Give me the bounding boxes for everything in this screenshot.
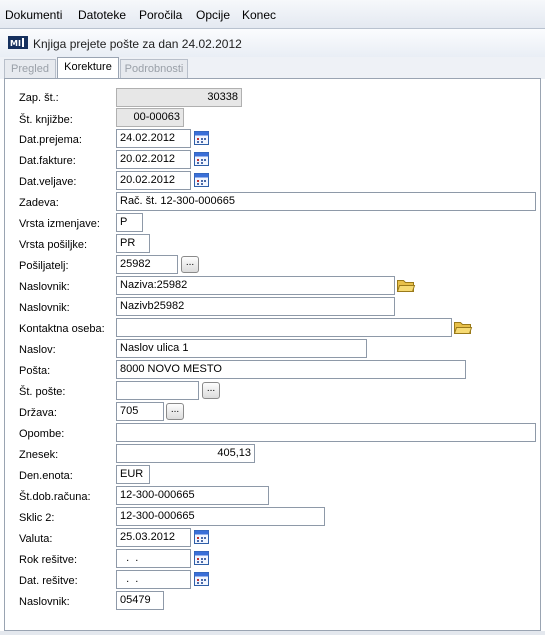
label-dat-veljave: Dat.veljave: bbox=[19, 176, 77, 188]
label-kontaktna-oseba: Kontaktna oseba: bbox=[19, 323, 105, 335]
label-znesek: Znesek: bbox=[19, 449, 59, 461]
valuta-field[interactable]: 25.03.2012 bbox=[116, 528, 191, 547]
dat-veljave-field[interactable]: 20.02.2012 bbox=[116, 171, 191, 190]
zap-st-field: 30338 bbox=[116, 88, 242, 107]
menu-porocila[interactable]: Poročila bbox=[139, 8, 182, 22]
label-st-knjizbe: Št. knjižbe: bbox=[19, 114, 73, 126]
label-dat-resitve: Dat. rešitve: bbox=[19, 575, 78, 587]
menu-dokumenti[interactable]: Dokumenti bbox=[5, 8, 62, 22]
label-dat-fakture: Dat.fakture: bbox=[19, 155, 76, 167]
calendar-icon[interactable] bbox=[193, 171, 210, 188]
naslov-field[interactable]: Naslov ulica 1 bbox=[116, 339, 367, 358]
label-dat-prejema: Dat.prejema: bbox=[19, 134, 82, 146]
rok-resitve-field[interactable]: . . bbox=[116, 549, 191, 568]
drzava-field[interactable]: 705 bbox=[116, 402, 164, 421]
kontaktna-oseba-field[interactable] bbox=[116, 318, 452, 337]
label-posiljatelj: Pošiljatelj: bbox=[19, 260, 69, 272]
zadeva-field[interactable]: Rač. št. 12-300-000665 bbox=[116, 192, 536, 211]
dat-prejema-field[interactable]: 24.02.2012 bbox=[116, 129, 191, 148]
posta-field[interactable]: 8000 NOVO MESTO bbox=[116, 360, 466, 379]
tab-podrobnosti[interactable]: Podrobnosti bbox=[120, 59, 188, 78]
naslovnik-1-field[interactable]: Naziva:25982 bbox=[116, 276, 395, 295]
vrsta-posiljke-field[interactable]: PR bbox=[116, 234, 150, 253]
label-naslov: Naslov: bbox=[19, 344, 56, 356]
window-titlebar: MI Knjiga prejete pošte za dan 24.02.201… bbox=[0, 29, 545, 57]
drzava-lookup-button[interactable]: ... bbox=[166, 403, 184, 420]
label-opombe: Opombe: bbox=[19, 428, 65, 440]
st-poste-field[interactable] bbox=[116, 381, 199, 400]
folder-open-icon[interactable] bbox=[453, 319, 473, 336]
posiljatelj-field[interactable]: 25982 bbox=[116, 255, 178, 274]
window-title: Knjiga prejete pošte za dan 24.02.2012 bbox=[33, 37, 242, 51]
label-den-enota: Den.enota: bbox=[19, 470, 73, 482]
st-dob-racuna-field[interactable]: 12-300-000665 bbox=[116, 486, 269, 505]
label-vrsta-izmenjave: Vrsta izmenjave: bbox=[19, 218, 100, 230]
label-st-poste: Št. pošte: bbox=[19, 386, 66, 398]
svg-text:MI: MI bbox=[10, 39, 21, 48]
calendar-icon[interactable] bbox=[193, 528, 210, 545]
label-st-dob-racuna: Št.dob.računa: bbox=[19, 491, 91, 503]
calendar-icon[interactable] bbox=[193, 570, 210, 587]
calendar-icon[interactable] bbox=[193, 549, 210, 566]
den-enota-field[interactable]: EUR bbox=[116, 465, 150, 484]
label-zadeva: Zadeva: bbox=[19, 197, 59, 209]
label-naslovnik-3: Naslovnik: bbox=[19, 596, 70, 608]
sklic-2-field[interactable]: 12-300-000665 bbox=[116, 507, 325, 526]
menu-konec[interactable]: Konec bbox=[242, 8, 276, 22]
label-naslovnik-1: Naslovnik: bbox=[19, 281, 70, 293]
dat-resitve-field[interactable]: . . bbox=[116, 570, 191, 589]
naslovnik-2-field[interactable]: Nazivb25982 bbox=[116, 297, 395, 316]
vrsta-izmenjave-field[interactable]: P bbox=[116, 213, 143, 232]
naslovnik-3-field[interactable]: 05479 bbox=[116, 591, 164, 610]
calendar-icon[interactable] bbox=[193, 129, 210, 146]
label-naslovnik-2: Naslovnik: bbox=[19, 302, 70, 314]
tab-pregled[interactable]: Pregled bbox=[4, 59, 56, 78]
label-valuta: Valuta: bbox=[19, 533, 53, 545]
dat-fakture-field[interactable]: 20.02.2012 bbox=[116, 150, 191, 169]
menu-datoteke[interactable]: Datoteke bbox=[78, 8, 126, 22]
st-poste-lookup-button[interactable]: ... bbox=[202, 382, 220, 399]
opombe-field[interactable] bbox=[116, 423, 536, 442]
posiljatelj-lookup-button[interactable]: ... bbox=[181, 256, 199, 273]
st-knjizbe-field: 00-00063 bbox=[116, 108, 184, 127]
tab-bar: Pregled Korekture Podrobnosti bbox=[0, 57, 545, 79]
znesek-field[interactable]: 405,13 bbox=[116, 444, 255, 463]
label-sklic-2: Sklic 2: bbox=[19, 512, 55, 524]
label-zap-st: Zap. št.: bbox=[19, 92, 59, 104]
label-vrsta-posiljke: Vrsta pošiljke: bbox=[19, 239, 88, 251]
menu-opcije[interactable]: Opcije bbox=[196, 8, 230, 22]
app-logo-icon: MI bbox=[8, 36, 28, 49]
tab-korekture[interactable]: Korekture bbox=[57, 57, 119, 79]
calendar-icon[interactable] bbox=[193, 150, 210, 167]
label-rok-resitve: Rok rešitve: bbox=[19, 554, 78, 566]
folder-open-icon[interactable] bbox=[396, 277, 416, 294]
label-drzava: Država: bbox=[19, 407, 57, 419]
label-posta: Pošta: bbox=[19, 365, 51, 377]
menu-bar: Dokumenti Datoteke Poročila Opcije Konec bbox=[0, 0, 545, 29]
window-bottom-edge bbox=[0, 631, 545, 635]
